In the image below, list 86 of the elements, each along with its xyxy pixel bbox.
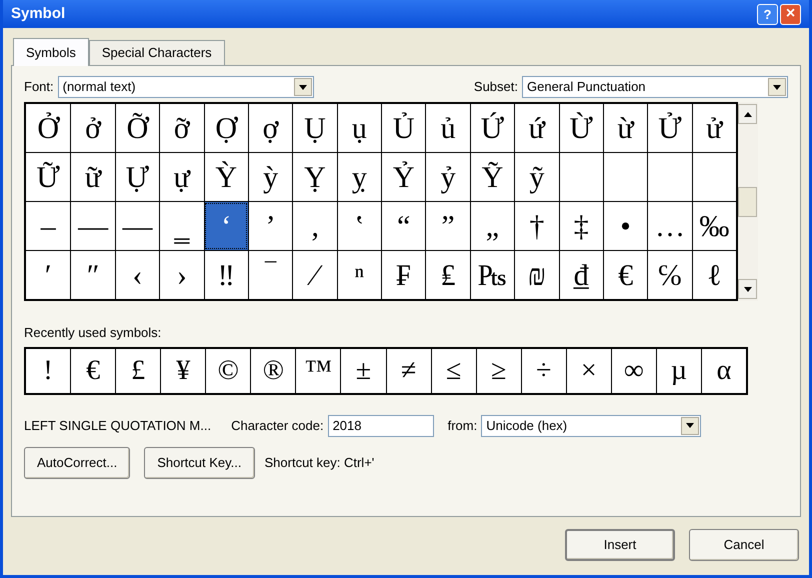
insert-button[interactable]: Insert [565,529,675,561]
font-label: Font: [24,78,54,96]
symbol-cell[interactable]: • [602,202,648,250]
symbol-cell[interactable]: Ủ [381,104,426,152]
symbol-cell[interactable]: Ỷ [381,153,426,201]
symbol-cell[interactable]: Ỹ [470,153,514,201]
symbol-cell[interactable]: Ỡ [114,104,160,152]
symbol-cell[interactable]: — [70,202,115,250]
tab[interactable]: Special Characters [88,40,225,65]
cancel-button[interactable]: Cancel [689,529,799,561]
symbol-cell[interactable]: ‰ [692,202,736,250]
symbol-cell[interactable]: › [159,251,204,299]
font-dropdown[interactable]: (normal text) [58,76,314,98]
symbol-cell[interactable]: † [514,202,558,250]
symbol-cell[interactable]: ự [159,153,204,201]
symbol-cell[interactable]: ” [425,202,470,250]
symbol-cell[interactable]: – [26,202,70,250]
scroll-down-button[interactable] [738,279,757,299]
down-arrow-icon [744,286,752,292]
symbol-cell[interactable]: ‼ [204,251,248,299]
symbol-cell[interactable]: Ỵ [292,153,337,201]
close-button[interactable]: × [780,4,801,24]
scroll-thumb[interactable] [738,186,757,216]
symbol-cell[interactable]: ừ [602,104,648,152]
symbol-cell[interactable]: ⁄ [292,251,337,299]
symbol-cell[interactable]: ‹ [114,251,160,299]
character-name: LEFT SINGLE QUOTATION M... [24,416,212,435]
symbol-cell[interactable]: ₣ [381,251,426,299]
subset-dropdown[interactable]: General Punctuation [522,76,788,98]
symbol-cell[interactable]: Ữ [26,153,70,201]
symbol-cell[interactable]: ỡ [159,104,204,152]
symbol-cell[interactable]: ℅ [647,251,692,299]
symbol-cell[interactable]: … [647,202,692,250]
recent-symbols-label: Recently used symbols: [24,324,162,342]
symbol-cell[interactable]: ủ [425,104,470,152]
symbol-cell[interactable]: ‚ [292,202,337,250]
symbol-cell[interactable]: Ụ [292,104,337,152]
symbol-cell[interactable]: Ừ [558,104,603,152]
symbol-cell[interactable]: Ử [647,104,692,152]
symbol-cell[interactable]: Ợ [204,104,248,152]
symbol-cell[interactable]: ỷ [425,153,470,201]
symbol-cell[interactable]: ″ [70,251,115,299]
character-code-label: Character code: [231,416,324,435]
symbol-cell[interactable]: ỵ [336,153,381,201]
symbol-cell[interactable]: Ỳ [204,153,248,201]
symbol-cell[interactable]: Ự [114,153,160,201]
symbol-cell[interactable]: ’ [248,202,292,250]
symbol-cell[interactable]: ứ [514,104,558,152]
symbol-cell[interactable]: ở [70,104,115,152]
symbol-cell[interactable]: ― [114,202,160,250]
symbol-cell[interactable]: ‛ [336,202,381,250]
symbol-cell[interactable]: ợ [248,104,292,152]
scroll-up-button[interactable] [738,104,757,124]
symbol-cell[interactable]: ₤ [425,251,470,299]
symbol-cell[interactable]: Ứ [470,104,514,152]
shortcut-key-text: Shortcut key: Ctrl+' [264,454,374,472]
symbol-cell[interactable]: ử [692,104,736,152]
symbol-cell[interactable]: ₫ [558,251,603,299]
symbol-cell[interactable]: ỹ [514,153,558,201]
symbol-cell[interactable]: ′ [26,251,70,299]
character-code-field[interactable]: 2018 [328,414,434,436]
symbol-cell[interactable]: ‡ [558,202,603,250]
shortcut-key-button[interactable]: Shortcut Key... [144,446,254,478]
symbol-cell[interactable]: € [602,251,648,299]
symbol-cell[interactable]: Ở [26,104,70,152]
symbol-cell[interactable]: ỳ [248,153,292,201]
symbol-cell[interactable]: ℓ [692,251,736,299]
symbol-cell[interactable]: ₧ [470,251,514,299]
from-label: from: [448,416,478,435]
window-title: Symbol [11,4,66,24]
from-dropdown[interactable]: Unicode (hex) [481,414,702,436]
symbol-cell[interactable]: ‘ [204,202,248,250]
tab[interactable]: Symbols [13,38,89,66]
symbol-cell[interactable]: „ [470,202,514,250]
up-arrow-icon [744,112,752,116]
symbol-cell[interactable]: ₪ [514,251,558,299]
help-button[interactable]: ? [757,4,778,24]
symbol-cell[interactable]: “ [381,202,426,250]
symbol-cell[interactable]: ụ [336,104,381,152]
symbol-cell[interactable]: ⁿ [336,251,381,299]
autocorrect-button[interactable]: AutoCorrect... [24,446,130,478]
scrollbar[interactable] [738,102,758,301]
symbol-cell[interactable]: ữ [70,153,115,201]
recent-symbol[interactable]: ! [26,348,70,392]
subset-label: Subset: [474,78,518,96]
symbol-cell[interactable]: ‾ [248,251,292,299]
